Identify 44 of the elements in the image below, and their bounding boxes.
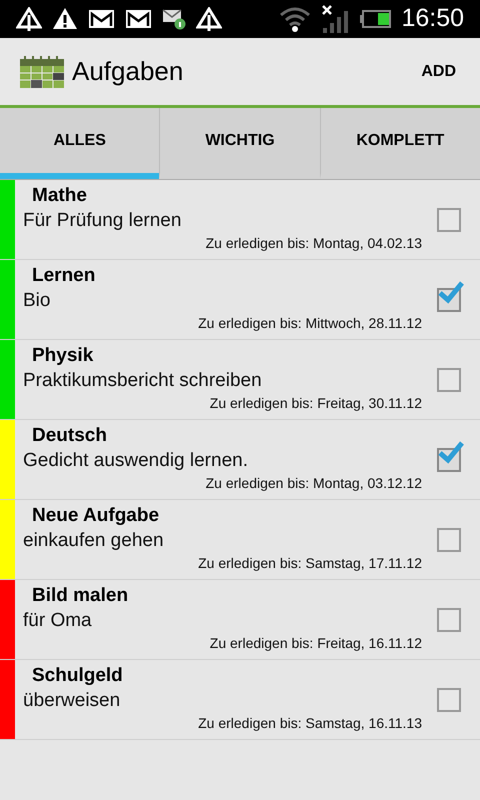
task-description: einkaufen gehen [23, 529, 165, 553]
tab[interactable]: KOMPLETT [320, 108, 480, 179]
due-date: Zu erledigen bis: Samstag, 17.11.12 [198, 554, 422, 572]
add-button[interactable]: ADD [421, 60, 456, 84]
task-title: Bild malen [31, 584, 130, 608]
checkbox[interactable] [437, 688, 461, 712]
due-date: Zu erledigen bis: Mittwoch, 28.11.12 [198, 314, 422, 332]
task-description: für Oma [23, 609, 93, 633]
checkbox[interactable] [437, 368, 461, 392]
alert-tree-icon [16, 7, 42, 31]
task-title: Neue Aufgabe [31, 504, 160, 528]
alert-tree-icon [196, 7, 222, 31]
checkbox[interactable] [437, 608, 461, 632]
checkbox[interactable] [437, 528, 461, 552]
tab[interactable]: WICHTIG [159, 108, 320, 179]
task-description: überweisen [23, 689, 122, 713]
mail-icon [125, 9, 152, 29]
check-icon [438, 440, 464, 464]
due-date: Zu erledigen bis: Freitag, 30.11.12 [210, 394, 422, 412]
task-description: Für Prüfung lernen [23, 209, 182, 233]
task-title: Schulgeld [31, 664, 124, 688]
task-title: Mathe [31, 184, 88, 208]
task-title: Physik [31, 344, 94, 368]
signal-icon [321, 4, 350, 34]
task-description: Praktikumsbericht schreiben [23, 369, 263, 393]
task-description: Bio [23, 289, 52, 313]
warning-icon [52, 7, 78, 31]
tab[interactable]: ALLES [0, 108, 160, 179]
due-date: Zu erledigen bis: Montag, 04.02.13 [206, 234, 422, 252]
wifi-icon [279, 6, 312, 32]
mail-info-icon [162, 8, 186, 30]
due-date: Zu erledigen bis: Montag, 03.12.12 [206, 474, 422, 492]
checkbox[interactable] [437, 208, 461, 232]
clock: 16:50 [401, 3, 464, 34]
due-date: Zu erledigen bis: Freitag, 16.11.12 [210, 634, 422, 652]
due-date: Zu erledigen bis: Samstag, 16.11.13 [198, 714, 422, 732]
task-title: Deutsch [31, 424, 108, 448]
mail-icon [88, 9, 115, 29]
check-icon [438, 280, 464, 304]
app-title: Aufgaben [72, 55, 184, 88]
task-title: Lernen [31, 264, 96, 288]
task-description: Gedicht auswendig lernen. [23, 449, 249, 473]
calendar-icon [20, 56, 64, 88]
battery-icon [359, 10, 392, 28]
